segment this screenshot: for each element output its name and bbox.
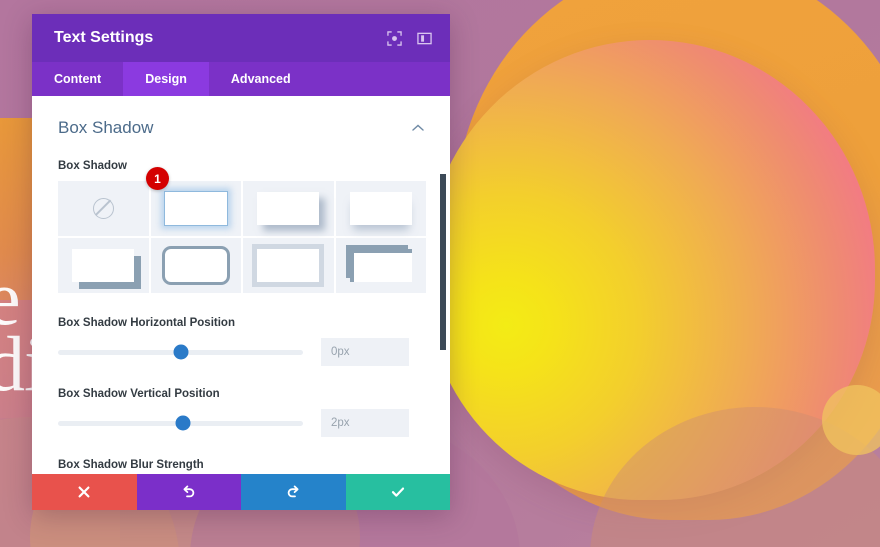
panel-scrollbar-thumb[interactable] [440, 174, 446, 350]
preset-bottom-soft[interactable] [335, 181, 426, 236]
box-shadow-section-header[interactable]: Box Shadow [58, 118, 426, 138]
tab-advanced[interactable]: Advanced [209, 62, 313, 96]
checkmark-icon [390, 484, 406, 500]
slider-value-input[interactable]: 0px [321, 338, 409, 366]
preset-swatch [163, 191, 228, 226]
undo-icon [181, 484, 197, 500]
preset-swatch [164, 249, 227, 282]
preset-outline-glow[interactable] [150, 181, 241, 236]
layout-panel-icon[interactable] [412, 26, 436, 50]
cancel-button[interactable] [32, 474, 137, 510]
preset-rounded-outline[interactable] [150, 238, 241, 293]
slider-label: Box Shadow Blur Strength [58, 459, 204, 471]
panel-scrollbar-track[interactable] [440, 96, 446, 474]
preset-hard-offset[interactable] [58, 238, 149, 293]
box-shadow-field-label: Box Shadow [58, 160, 128, 172]
step-badge-1: 1 [146, 167, 169, 190]
settings-panel-content: Box Shadow Box Shadow 1 Box Shadow Horiz… [32, 96, 450, 474]
slider-track[interactable] [58, 344, 303, 360]
modal-footer [32, 474, 450, 510]
preset-swatch [349, 192, 412, 225]
redo-button[interactable] [241, 474, 346, 510]
slider-label: Box Shadow Horizontal Position [58, 317, 235, 329]
undo-button[interactable] [136, 474, 241, 510]
tab-content[interactable]: Content [32, 62, 123, 96]
modal-title: Text Settings [54, 29, 154, 46]
slider-blur-strength: Box Shadow Blur Strength 18px [58, 459, 426, 474]
preset-offset-blur[interactable] [243, 181, 334, 236]
slider-track[interactable] [58, 415, 303, 431]
text-settings-modal: Text Settings Content Design Advanced Bo… [32, 14, 450, 510]
preset-swatch [72, 249, 135, 282]
settings-panel: Box Shadow Box Shadow 1 Box Shadow Horiz… [32, 96, 450, 474]
preset-swatch [349, 249, 412, 282]
modal-header: Text Settings [32, 14, 450, 62]
slider-value-input[interactable]: 2px [321, 409, 409, 437]
slider-vertical-position: Box Shadow Vertical Position 2px [58, 388, 426, 437]
slider-knob[interactable] [175, 415, 191, 431]
fullscreen-icon[interactable] [382, 26, 406, 50]
section-title: Box Shadow [58, 118, 154, 137]
preset-inset-top-left[interactable] [335, 238, 426, 293]
preset-swatch [257, 192, 320, 225]
preset-none[interactable] [58, 181, 149, 236]
tab-design[interactable]: Design [123, 62, 209, 96]
box-shadow-preset-grid: 1 [58, 167, 426, 293]
save-button[interactable] [345, 474, 450, 510]
chevron-up-icon[interactable] [410, 120, 426, 136]
no-shadow-icon [92, 198, 114, 219]
modal-tabs: Content Design Advanced [32, 62, 450, 96]
preset-soft-border[interactable] [243, 238, 334, 293]
slider-knob[interactable] [173, 344, 188, 360]
slider-horizontal-position: Box Shadow Horizontal Position 0px [58, 317, 426, 366]
close-icon [77, 485, 91, 499]
slider-label: Box Shadow Vertical Position [58, 388, 220, 400]
preset-swatch [257, 249, 320, 282]
redo-icon [285, 484, 301, 500]
